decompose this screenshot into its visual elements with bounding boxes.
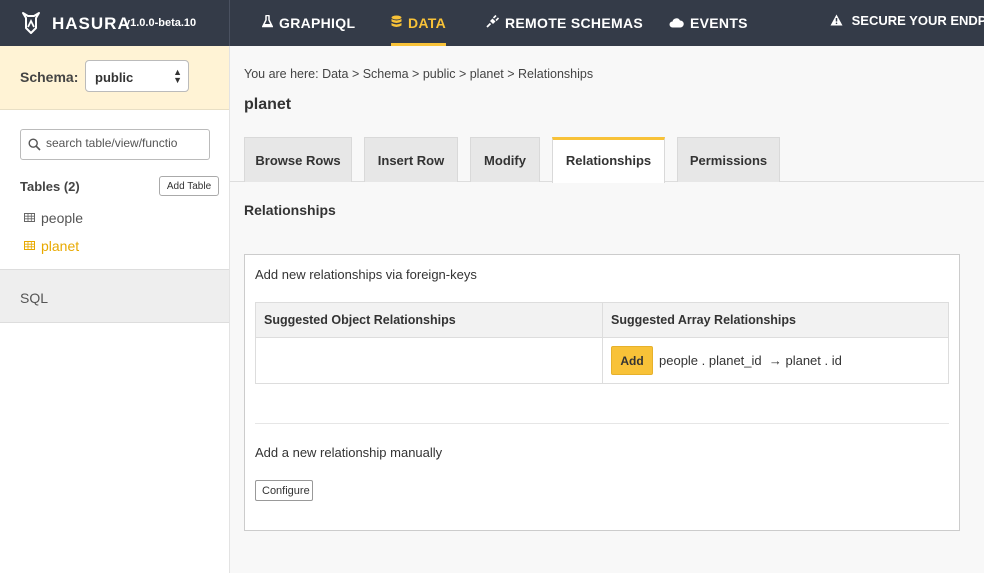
relationships-panel: Add new relationships via foreign-keys S… [244,254,960,531]
tab-insert-row[interactable]: Insert Row [364,137,458,182]
object-relationships-header: Suggested Object Relationships [255,302,603,338]
suggested-relationships-table: Suggested Object Relationships Suggested… [255,302,949,384]
table-search [20,129,210,160]
section-title: Relationships [244,202,336,218]
nav-graphiql-label: GRAPHIQL [279,15,356,31]
tab-permissions[interactable]: Permissions [677,137,780,182]
sidebar-sql-link[interactable]: SQL [0,269,229,323]
sidebar-table-planet[interactable]: planet [24,238,79,254]
breadcrumb[interactable]: You are here: Data > Schema > public > p… [244,67,593,81]
schema-selector-box: Schema: public ▲ ▼ [0,46,229,110]
table-name: planet [41,238,80,254]
secure-endpoint-link[interactable]: SECURE YOUR ENDPOI [830,0,984,46]
search-input[interactable] [46,136,204,150]
brand[interactable]: HASURA v1.0.0-beta.10 [0,0,230,46]
table-icon [24,213,35,222]
flask-icon [261,1,274,47]
relationship-mapping: people . planet_id → planet . id [659,353,842,368]
add-table-button[interactable]: Add Table [159,176,219,196]
tab-relationships[interactable]: Relationships [552,137,665,183]
manual-relationship-label: Add a new relationship manually [255,445,443,460]
nav-remote-schemas-label: REMOTE SCHEMAS [505,15,643,31]
hasura-logo-icon [22,12,40,34]
nav-remote-schemas[interactable]: REMOTE SCHEMAS [486,0,643,46]
select-caret-icon: ▲ ▼ [173,67,182,85]
schema-select[interactable]: public ▲ ▼ [85,60,189,92]
version-label: v1.0.0-beta.10 [124,17,197,29]
cloud-icon [669,1,684,47]
nav-data[interactable]: DATA [391,0,447,47]
nav-events-label: EVENTS [690,15,748,31]
panel-divider [255,423,949,424]
sidebar-table-people[interactable]: people [24,210,83,226]
tables-heading: Tables (2) [20,179,80,194]
search-icon [28,138,41,151]
schema-select-value: public [95,70,134,85]
database-icon [391,1,402,47]
brand-name: HASURA [52,14,131,33]
secure-endpoint-label: SECURE YOUR ENDPOI [851,13,984,28]
sql-label: SQL [20,290,49,306]
table-name: people [41,210,84,226]
add-relationship-button[interactable]: Add [611,346,653,375]
nav-graphiql[interactable]: GRAPHIQL [261,0,356,47]
object-relationships-cell [255,337,603,384]
table-icon [24,241,35,250]
schema-label: Schema: [20,69,79,85]
page-title: planet [244,96,292,113]
array-relationships-header: Suggested Array Relationships [602,302,949,338]
nav-data-label: DATA [408,15,447,31]
main-content: You are here: Data > Schema > public > p… [230,46,984,573]
warning-icon [830,13,852,28]
plug-icon [486,1,500,47]
tab-browse-rows[interactable]: Browse Rows [244,137,352,182]
panel-subtitle: Add new relationships via foreign-keys [255,267,477,282]
array-relationships-cell: Add people . planet_id → planet . id [602,337,949,384]
sidebar: Schema: public ▲▼ Tables (2) Add Table p… [0,46,230,573]
top-navbar: HASURA v1.0.0-beta.10 GRAPHIQL DATA REMO… [0,0,984,46]
configure-button[interactable]: Configure [255,480,313,501]
tab-modify[interactable]: Modify [470,137,540,182]
nav-events[interactable]: EVENTS [669,0,748,46]
